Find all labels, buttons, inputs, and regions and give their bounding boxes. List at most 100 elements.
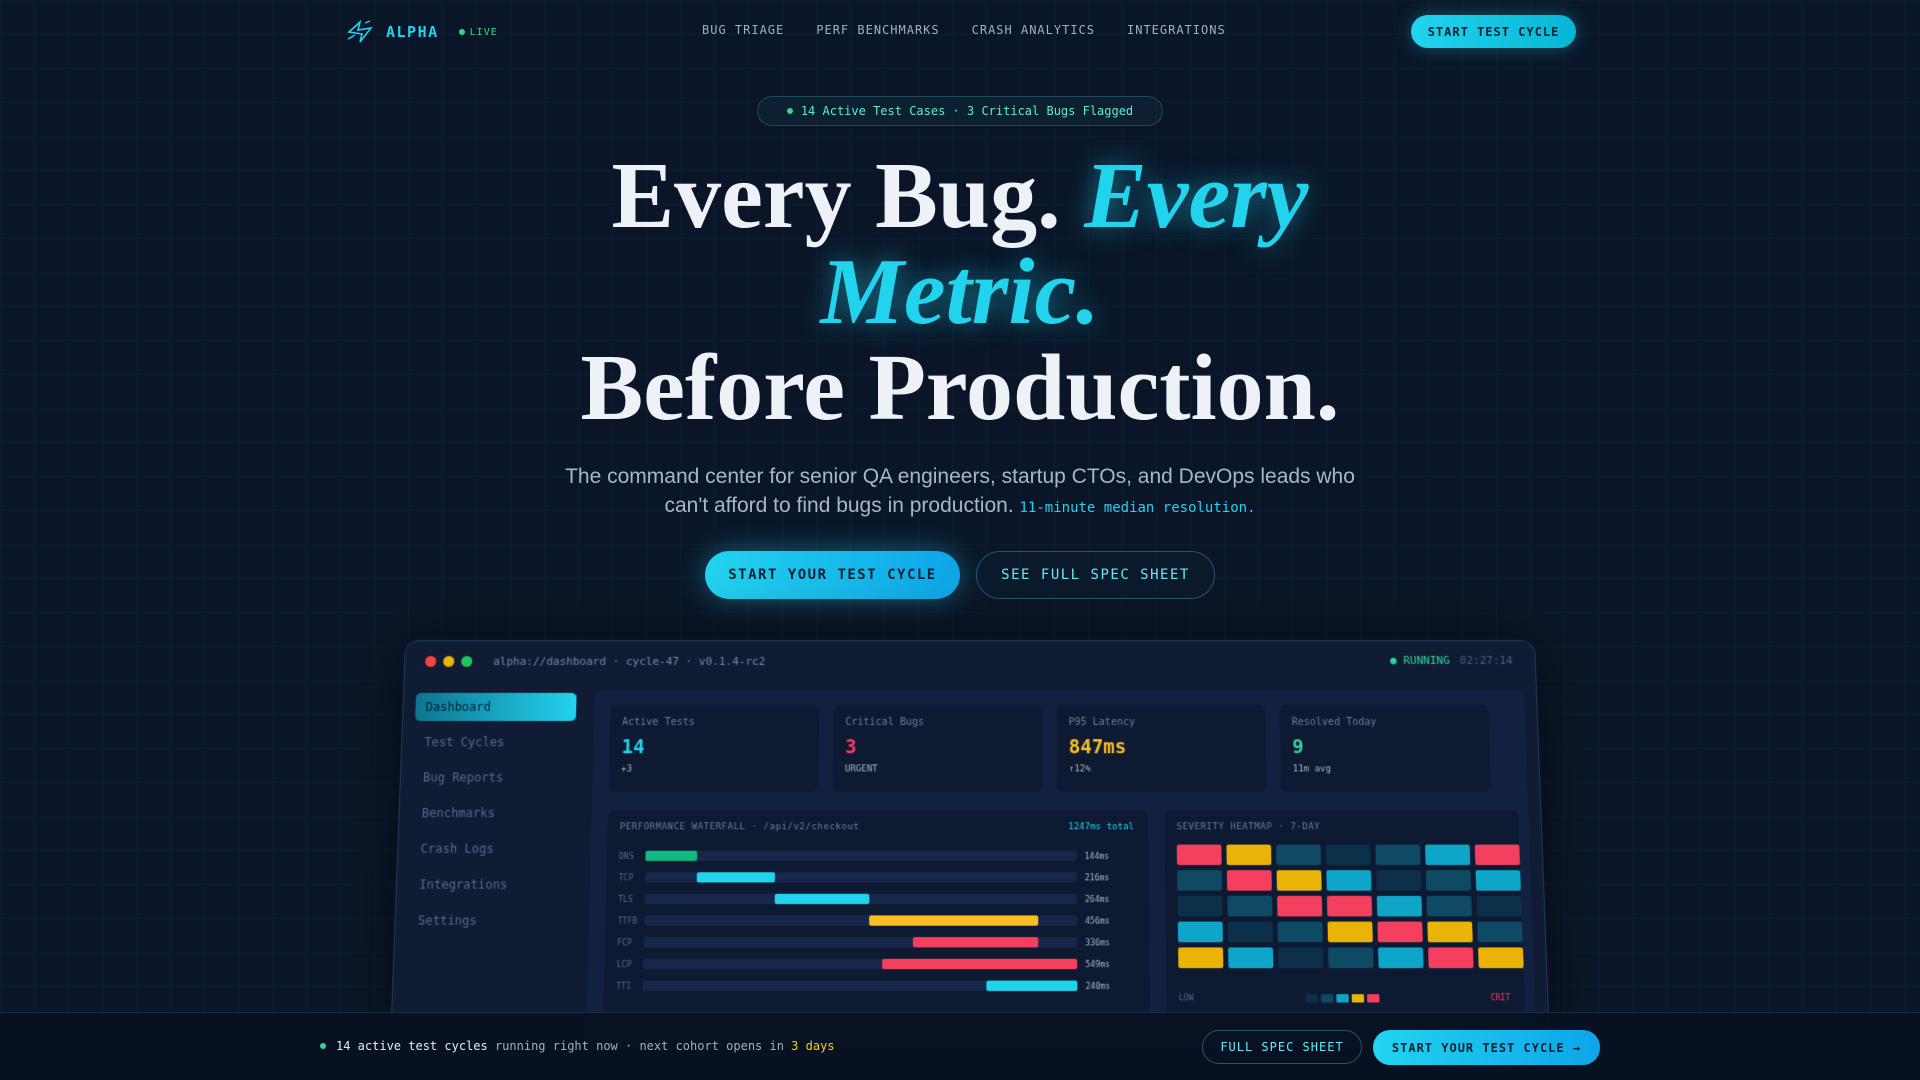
waterfall-row: LCP 549ms [616, 957, 1126, 972]
heatmap-cell [1226, 844, 1272, 866]
heatmap-cell [1177, 895, 1223, 917]
waterfall-label: LCP [616, 959, 632, 969]
heatmap-cell [1327, 921, 1373, 943]
waterfall-label: TTFB [617, 915, 638, 926]
heatmap-cell [1427, 921, 1473, 943]
bottom-status: 14 active test cycles running right now … [320, 1039, 835, 1053]
stat-label: Critical Bugs [845, 716, 925, 729]
dashboard-titlebar: alpha://dashboard · cycle-47 · v0.1.4-rc… [404, 641, 1535, 681]
running-label: ● RUNNING [1389, 653, 1450, 667]
heatmap-cell [1426, 895, 1472, 917]
hero-line-1-accent: Every [1084, 144, 1309, 248]
nav-link-integrations[interactable]: INTEGRATIONS [1127, 23, 1226, 37]
heatmap-cell [1478, 947, 1524, 969]
waterfall-row: DNS 144ms [619, 849, 1125, 863]
waterfall-time: 144ms [1084, 851, 1110, 861]
waterfall-time: 240ms [1085, 981, 1111, 991]
legend-swatch [1305, 993, 1318, 1002]
heatmap-cell [1475, 870, 1521, 891]
heatmap-cell [1276, 844, 1322, 866]
waterfall-row: TCP 216ms [618, 870, 1125, 884]
heatmap-cell [1276, 870, 1322, 891]
waterfall-label: FCP [617, 937, 632, 947]
heatmap-cell [1376, 870, 1422, 891]
sidebar-item-integrations[interactable]: Integrations [409, 870, 572, 899]
nav-links: BUG TRIAGE PERF BENCHMARKS CRASH ANALYTI… [702, 23, 1226, 37]
waterfall-row: TTI 240ms [616, 979, 1127, 994]
sidebar-item-settings[interactable]: Settings [407, 906, 571, 935]
sidebar-item-crash-logs[interactable]: Crash Logs [410, 834, 573, 863]
maximize-dot-icon [461, 655, 473, 667]
top-nav: ALPHA LIVE BUG TRIAGE PERF BENCHMARKS CR… [0, 0, 1920, 62]
heatmap-panel: SEVERITY HEATMAP · 7-DAY LOW CRIT [1164, 809, 1526, 1017]
nav-link-crash-analytics[interactable]: CRASH ANALYTICS [972, 23, 1095, 37]
waterfall-track [645, 850, 1077, 861]
heatmap-cell [1474, 844, 1521, 866]
waterfall-time: 549ms [1085, 959, 1111, 969]
see-spec-sheet-button[interactable]: SEE FULL SPEC SHEET [976, 551, 1215, 599]
heatmap-cell [1228, 947, 1274, 969]
heatmap-cell [1177, 870, 1223, 891]
waterfall-total: 1247ms total [1068, 822, 1135, 833]
heatmap-cell [1177, 921, 1223, 943]
status-badge: 14 Active Test Cases · 3 Critical Bugs F… [757, 96, 1163, 126]
heatmap-cell [1425, 870, 1472, 891]
start-test-cycle-button[interactable]: START YOUR TEST CYCLE [705, 551, 960, 599]
waterfall-bar [912, 937, 1039, 948]
heatmap-cell [1277, 921, 1323, 943]
sidebar-item-benchmarks[interactable]: Benchmarks [411, 799, 574, 827]
waterfall-time: 456ms [1085, 915, 1110, 926]
sidebar-item-bug-reports[interactable]: Bug Reports [413, 763, 575, 791]
legend-swatch [1320, 993, 1334, 1002]
heatmap-cell [1227, 895, 1273, 917]
waterfall-track [643, 937, 1078, 948]
legend-low: LOW [1178, 993, 1194, 1003]
heatmap-cell [1328, 947, 1374, 969]
heatmap-cell [1278, 947, 1324, 969]
bottom-dot-icon [320, 1043, 326, 1049]
bottom-start-test-cycle-button[interactable]: START YOUR TEST CYCLE → [1373, 1030, 1600, 1065]
stat-label: Resolved Today [1291, 716, 1377, 729]
run-status: ● RUNNING 02:27:14 [1390, 654, 1513, 667]
waterfall-label: DNS [618, 851, 634, 861]
bottom-middle: running right now · next cohort opens in [494, 1039, 784, 1053]
nav-link-bug-triage[interactable]: BUG TRIAGE [702, 23, 784, 37]
hero-subtitle: The command center for senior QA enginee… [560, 462, 1360, 523]
heatmap-cell [1176, 844, 1222, 866]
bottom-message: 14 active test cycles running right now … [336, 1039, 835, 1053]
heatmap-cell [1375, 844, 1421, 866]
heatmap-cell [1428, 947, 1474, 969]
waterfall-panel: PERFORMANCE WATERFALL · /api/v2/checkout… [603, 809, 1151, 1017]
minimize-dot-icon [443, 655, 455, 667]
stat-value: 847ms [1068, 736, 1127, 759]
sidebar-item-test-cycles[interactable]: Test Cycles [414, 728, 576, 756]
bottom-spec-sheet-button[interactable]: FULL SPEC SHEET [1202, 1030, 1362, 1064]
waterfall-bar [869, 915, 1039, 926]
nav-link-perf-benchmarks[interactable]: PERF BENCHMARKS [816, 23, 939, 37]
live-indicator: LIVE [458, 27, 498, 38]
waterfall-track [642, 980, 1078, 992]
nav-start-test-cycle-button[interactable]: START TEST CYCLE [1411, 15, 1576, 48]
brand-logo[interactable]: ALPHA LIVE [346, 19, 498, 45]
waterfall-row: FCP 336ms [617, 935, 1126, 949]
stat-card-p95-latency: P95 Latency 847ms ↑12% [1056, 704, 1267, 792]
badge-text: 14 Active Test Cases · 3 Critical Bugs F… [800, 104, 1134, 118]
stat-card-active-tests: Active Tests 14 +3 [608, 704, 820, 792]
run-timer: 02:27:14 [1459, 653, 1513, 667]
legend-crit: CRIT [1490, 993, 1511, 1003]
waterfall-track [644, 872, 1077, 883]
dashboard-preview: alpha://dashboard · cycle-47 · v0.1.4-rc… [389, 640, 1551, 1049]
waterfall-label: TLS [618, 894, 633, 904]
stat-value: 9 [1292, 736, 1305, 759]
legend-swatch [1335, 993, 1349, 1002]
waterfall-time: 336ms [1085, 937, 1110, 947]
heatmap-cell [1178, 947, 1224, 969]
waterfall-track [644, 893, 1077, 905]
stat-note: 11m avg [1292, 764, 1332, 775]
stat-note: ↑12% [1068, 764, 1091, 775]
stat-card-resolved-today: Resolved Today 9 11m avg [1279, 704, 1492, 792]
sidebar-item-dashboard[interactable]: Dashboard [415, 692, 577, 721]
heatmap-cell [1376, 895, 1423, 917]
waterfall-bar [645, 850, 698, 861]
stat-label: P95 Latency [1068, 716, 1136, 729]
